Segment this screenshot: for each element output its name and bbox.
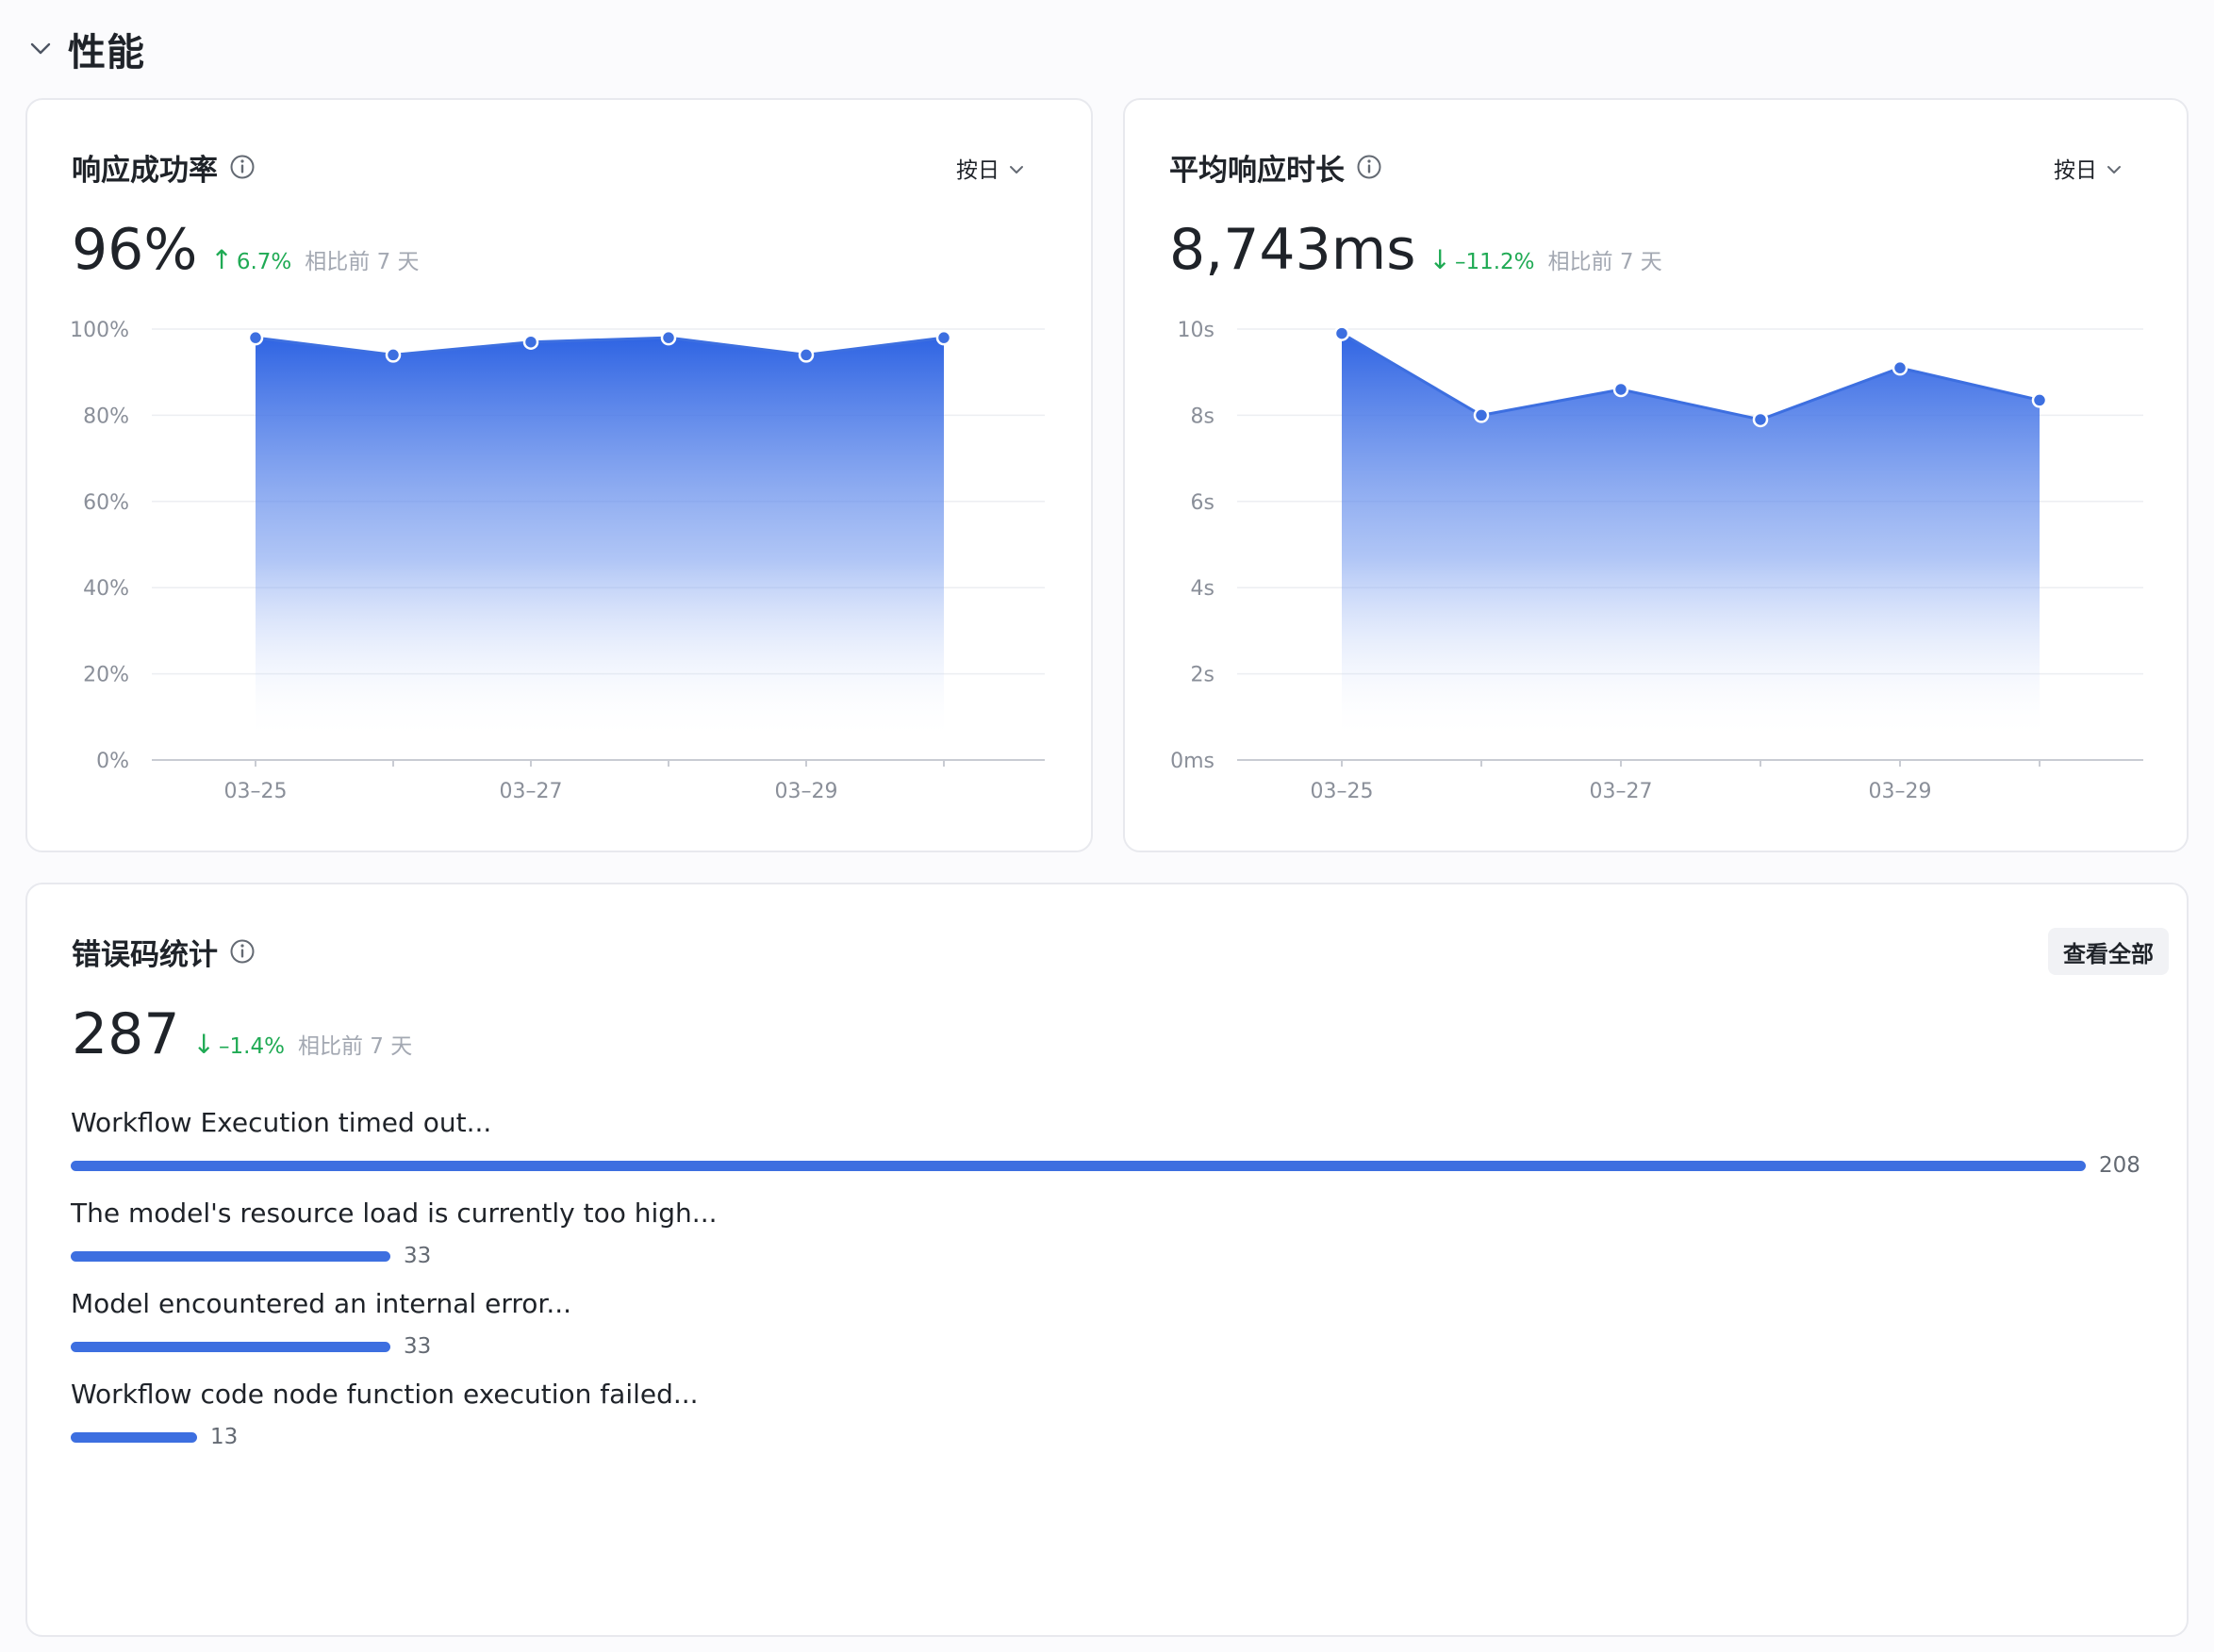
delta-value: –1.4% bbox=[219, 1034, 285, 1059]
x-tick-label: 03–29 bbox=[1869, 780, 1932, 803]
error-item[interactable]: Workflow Execution timed out... 208 bbox=[71, 1103, 2145, 1194]
error-label: Model encountered an internal error... bbox=[71, 1288, 572, 1319]
data-point bbox=[935, 329, 952, 346]
error-label: Workflow code node function execution fa… bbox=[71, 1379, 699, 1410]
charts-canvas: 0% 20% 40% 60% 80% 100% 03–25 03–27 03–29 0ms 2s 4s… bbox=[70, 319, 2143, 803]
error-count: 208 bbox=[2099, 1153, 2140, 1178]
y-tick-label: 0ms bbox=[1170, 750, 1214, 773]
y-tick-label: 2s bbox=[1191, 664, 1214, 687]
delta: ↓ –1.4% bbox=[193, 1029, 285, 1060]
error-bar-row: 33 bbox=[71, 1244, 432, 1268]
x-tick-label: 03–27 bbox=[500, 780, 563, 803]
error-item[interactable]: The model's resource load is currently t… bbox=[71, 1194, 2145, 1284]
y-tick-label: 8s bbox=[1191, 405, 1214, 428]
y-tick-label: 80% bbox=[83, 405, 129, 428]
error-code-title: 错误码统计 bbox=[72, 937, 218, 972]
data-point bbox=[1473, 407, 1490, 423]
data-point bbox=[798, 347, 815, 363]
arrow-down-icon: ↓ bbox=[192, 1029, 215, 1060]
error-item[interactable]: Workflow code node function execution fa… bbox=[71, 1375, 2145, 1465]
metric-value: 287 bbox=[72, 1001, 180, 1067]
error-metric-row: 287 ↓ –1.4% 相比前 7 天 bbox=[72, 1001, 412, 1077]
data-point bbox=[1752, 411, 1769, 428]
data-point bbox=[660, 329, 677, 346]
error-count: 33 bbox=[404, 1244, 432, 1268]
data-point bbox=[1333, 325, 1350, 341]
error-bar bbox=[71, 1250, 390, 1262]
y-tick-label: 100% bbox=[70, 319, 129, 342]
y-tick-label: 60% bbox=[83, 491, 129, 515]
error-bar bbox=[71, 1431, 197, 1443]
y-tick-label: 20% bbox=[83, 664, 129, 687]
error-count: 13 bbox=[210, 1425, 239, 1449]
area-fill bbox=[256, 338, 944, 741]
error-bar bbox=[71, 1160, 2086, 1171]
error-bar-row: 208 bbox=[71, 1153, 2140, 1178]
error-code-title-row: 错误码统计 bbox=[72, 928, 256, 975]
data-point bbox=[522, 334, 539, 350]
x-tick-label: 03–29 bbox=[775, 780, 838, 803]
error-bar-row: 33 bbox=[71, 1334, 432, 1359]
y-tick-label: 6s bbox=[1191, 491, 1214, 515]
data-point bbox=[1892, 359, 1908, 376]
x-tick-label: 03–25 bbox=[224, 780, 288, 803]
data-point bbox=[2031, 392, 2048, 408]
data-point bbox=[1612, 381, 1629, 398]
x-tick-label: 03–25 bbox=[1311, 780, 1374, 803]
delta-note: 相比前 7 天 bbox=[297, 1034, 413, 1059]
error-label: Workflow Execution timed out... bbox=[71, 1107, 492, 1138]
error-count: 33 bbox=[404, 1334, 432, 1359]
error-label: The model's resource load is currently t… bbox=[71, 1198, 718, 1229]
error-bar bbox=[71, 1341, 390, 1352]
view-all-button[interactable]: 查看全部 bbox=[2048, 928, 2169, 975]
data-point bbox=[385, 347, 402, 363]
y-tick-label: 10s bbox=[1178, 319, 1214, 342]
data-point bbox=[247, 329, 264, 346]
x-tick-label: 03–27 bbox=[1590, 780, 1653, 803]
error-bar-row: 13 bbox=[71, 1425, 239, 1449]
y-tick-label: 0% bbox=[96, 750, 129, 773]
y-tick-label: 4s bbox=[1191, 577, 1214, 601]
error-item[interactable]: Model encountered an internal error... 3… bbox=[71, 1284, 2145, 1375]
info-icon[interactable] bbox=[229, 938, 256, 965]
y-tick-label: 40% bbox=[83, 577, 129, 601]
error-list: Workflow Execution timed out... 208 The … bbox=[71, 1103, 2145, 1465]
